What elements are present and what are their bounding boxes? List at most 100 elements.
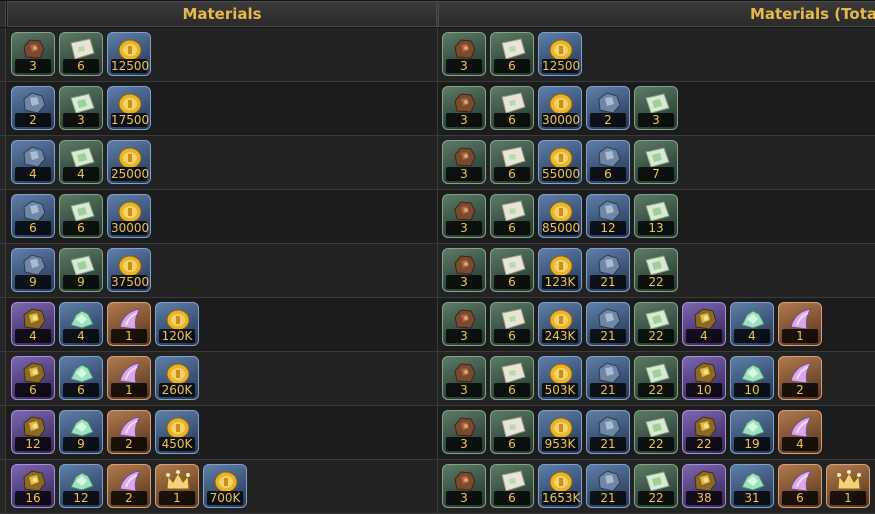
materials-total-cell: 3 6 12500 [438,28,875,81]
material-slot[interactable]: 4 [730,302,774,346]
material-slot[interactable]: 12 [59,464,103,508]
material-slot[interactable]: 6 [490,464,534,508]
material-slot[interactable]: 6 [586,140,630,184]
material-slot[interactable]: 25000 [107,140,151,184]
material-slot[interactable]: 260K [155,356,199,400]
material-slot[interactable]: 1 [778,302,822,346]
material-slot[interactable]: 3 [442,356,486,400]
material-slot[interactable]: 3 [442,140,486,184]
material-slot[interactable]: 6 [490,410,534,454]
material-slot[interactable]: 1653K [538,464,582,508]
material-slot[interactable]: 22 [634,410,678,454]
material-slot[interactable]: 4 [11,140,55,184]
material-slot[interactable]: 30000 [538,86,582,130]
material-slot[interactable]: 17500 [107,86,151,130]
material-count: 12 [590,221,626,235]
material-slot[interactable]: 85000 [538,194,582,238]
material-slot[interactable]: 953K [538,410,582,454]
material-slot[interactable]: 1 [826,464,870,508]
material-slot[interactable]: 16 [11,464,55,508]
material-slot[interactable]: 4 [682,302,726,346]
material-slot[interactable]: 2 [107,410,151,454]
material-slot[interactable]: 1 [155,464,199,508]
material-slot[interactable]: 6 [778,464,822,508]
material-slot[interactable]: 22 [634,302,678,346]
material-slot[interactable]: 12 [586,194,630,238]
material-slot[interactable]: 10 [730,356,774,400]
material-count: 700K [207,491,243,505]
material-slot[interactable]: 21 [586,302,630,346]
materials-total-cell: 3 6 953K 21 22 22 19 4 [438,406,875,459]
material-slot[interactable]: 21 [586,356,630,400]
material-slot[interactable]: 3 [442,248,486,292]
material-slot[interactable]: 1 [107,302,151,346]
material-slot[interactable]: 2 [586,86,630,130]
material-slot[interactable]: 6 [490,302,534,346]
material-slot[interactable]: 13 [634,194,678,238]
material-slot[interactable]: 3 [442,464,486,508]
material-slot[interactable]: 2 [778,356,822,400]
material-slot[interactable]: 55000 [538,140,582,184]
material-slot[interactable]: 31 [730,464,774,508]
material-slot[interactable]: 21 [586,410,630,454]
material-slot[interactable]: 22 [682,410,726,454]
material-slot[interactable]: 6 [490,140,534,184]
material-slot[interactable]: 3 [442,194,486,238]
material-slot[interactable]: 9 [11,248,55,292]
material-slot[interactable]: 7 [634,140,678,184]
material-slot[interactable]: 2 [11,86,55,130]
material-slot[interactable]: 3 [442,86,486,130]
material-slot[interactable]: 4 [11,302,55,346]
material-slot[interactable]: 6 [59,194,103,238]
material-slot[interactable]: 21 [586,248,630,292]
material-slot[interactable]: 22 [634,356,678,400]
material-slot[interactable]: 6 [59,32,103,76]
material-count: 30000 [542,113,581,127]
material-slot[interactable]: 6 [490,356,534,400]
material-slot[interactable]: 3 [634,86,678,130]
material-slot[interactable]: 450K [155,410,199,454]
material-slot[interactable]: 12500 [538,32,582,76]
material-slot[interactable]: 6 [490,86,534,130]
material-count: 17500 [111,113,150,127]
materials-column-header[interactable]: Materials [7,1,437,27]
material-slot[interactable]: 503K [538,356,582,400]
material-slot[interactable]: 21 [586,464,630,508]
material-slot[interactable]: 22 [634,464,678,508]
material-slot[interactable]: 6 [59,356,103,400]
material-slot[interactable]: 700K [203,464,247,508]
material-slot[interactable]: 22 [634,248,678,292]
material-slot[interactable]: 3 [11,32,55,76]
material-count: 2 [111,491,147,505]
material-slot[interactable]: 9 [59,248,103,292]
material-slot[interactable]: 9 [59,410,103,454]
material-slot[interactable]: 6 [490,248,534,292]
material-slot[interactable]: 10 [682,356,726,400]
material-slot[interactable]: 4 [59,302,103,346]
material-slot[interactable]: 3 [442,302,486,346]
material-slot[interactable]: 12 [11,410,55,454]
material-slot[interactable]: 37500 [107,248,151,292]
material-slot[interactable]: 120K [155,302,199,346]
material-slot[interactable]: 38 [682,464,726,508]
material-slot[interactable]: 12500 [107,32,151,76]
material-slot[interactable]: 4 [59,140,103,184]
material-slot[interactable]: 6 [11,356,55,400]
material-slot[interactable]: 6 [11,194,55,238]
material-slot[interactable]: 3 [59,86,103,130]
material-slot[interactable]: 3 [442,32,486,76]
material-slot[interactable]: 4 [778,410,822,454]
material-slot[interactable]: 30000 [107,194,151,238]
material-slot[interactable]: 243K [538,302,582,346]
material-slot[interactable]: 2 [107,464,151,508]
material-slot[interactable]: 6 [490,194,534,238]
material-slot[interactable]: 3 [442,410,486,454]
material-slot[interactable]: 19 [730,410,774,454]
material-slot[interactable]: 6 [490,32,534,76]
material-slot[interactable]: 1 [107,356,151,400]
materials-cell: 16 12 2 1 700K [7,460,437,513]
material-count: 12500 [542,59,581,73]
material-count: 450K [159,437,195,451]
materials-total-column-header[interactable]: Materials (Tota [438,1,875,27]
material-slot[interactable]: 123K [538,248,582,292]
